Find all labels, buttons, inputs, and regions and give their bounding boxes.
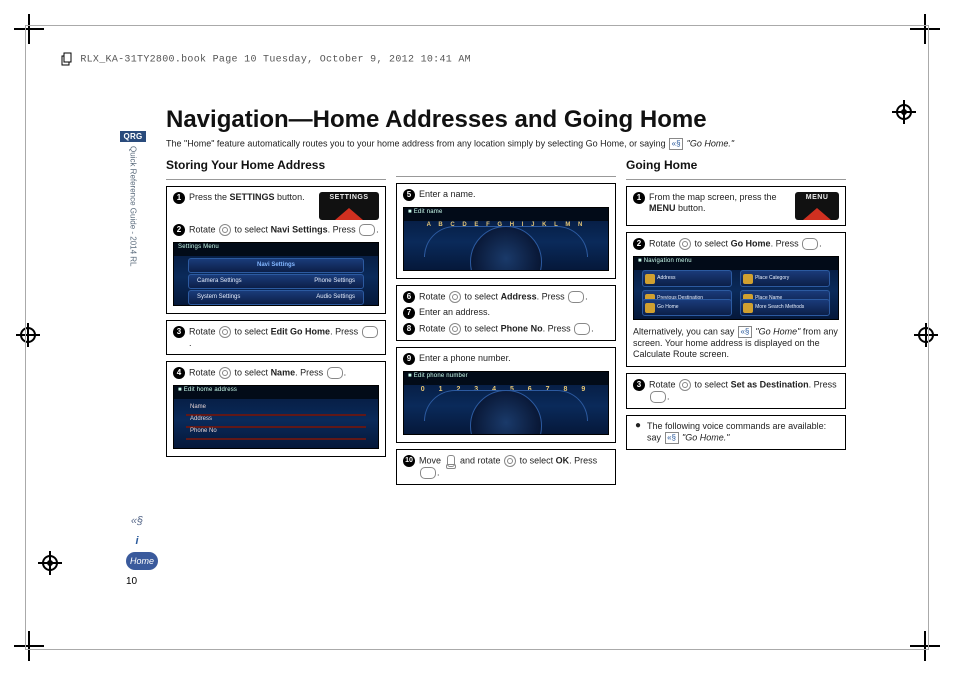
footer-icons: «§ i Home 10 — [126, 512, 158, 587]
push-knob-icon — [574, 323, 590, 335]
box-edit-go-home: 3 Rotate to select Edit Go Home. Press . — [166, 320, 386, 355]
voice-icon: «§ — [126, 512, 148, 530]
heading-storing: Storing Your Home Address — [166, 158, 386, 172]
box-ok: 10 Move and rotate to select OK. Press . — [396, 449, 616, 485]
screenshot-nav-menu: ■ Navigation menu Address Place Category… — [633, 256, 839, 320]
heading-going: Going Home — [626, 158, 846, 172]
qrg-badge: QRG — [120, 131, 145, 142]
box-go-home: 2 Rotate to select Go Home. Press . ■ Na… — [626, 232, 846, 367]
push-knob-icon — [420, 467, 436, 479]
talk-icon: «§ — [738, 326, 752, 338]
push-knob-icon — [650, 391, 666, 403]
push-knob-icon — [359, 224, 375, 236]
manual-page: QRG Quick Reference Guide - 2014 RL «§ i… — [25, 25, 929, 650]
screenshot-keyboard-name: ■ Edit name A B C D E F G H I J K L M N — [403, 207, 609, 271]
info-icon: i — [126, 532, 148, 550]
bullet-icon: ● — [633, 421, 643, 431]
push-knob-icon — [362, 326, 378, 338]
step-1: 1 — [173, 192, 185, 204]
box-set-destination: 3 Rotate to select Set as Destination. P… — [626, 373, 846, 409]
step-2: 2 — [173, 224, 185, 236]
push-knob-icon — [327, 367, 343, 379]
page-number: 10 — [126, 576, 158, 587]
rotate-knob-icon — [504, 455, 516, 467]
box-settings-navi: 1 Press the SETTINGS button. SETTINGS 2 … — [166, 186, 386, 314]
intro-paragraph: The "Home" feature automatically routes … — [166, 138, 848, 150]
step-4: 4 — [173, 367, 185, 379]
push-knob-icon — [802, 238, 818, 250]
rotate-knob-icon — [219, 224, 231, 236]
going-step-3: 3 — [633, 379, 645, 391]
rotate-knob-icon — [679, 379, 691, 391]
rotate-knob-icon — [679, 238, 691, 250]
step-3: 3 — [173, 326, 185, 338]
step-8: 8 — [403, 323, 415, 335]
box-enter-phone: 9 Enter a phone number. ■ Edit phone num… — [396, 347, 616, 443]
menu-button-photo: MENU — [795, 192, 839, 220]
box-voice-tip: ● The following voice commands are avail… — [626, 415, 846, 450]
column-storing-1: Storing Your Home Address 1 Press the SE… — [166, 158, 386, 457]
content-area: Navigation—Home Addresses and Going Home… — [166, 106, 848, 609]
talk-icon: «§ — [669, 138, 683, 150]
rotate-knob-icon — [449, 291, 461, 303]
step-7: 7 — [403, 307, 415, 319]
screenshot-edit-home: ■ Edit home address Name Address Phone N… — [173, 385, 379, 449]
box-select-name: 4 Rotate to select Name. Press . ■ Edit … — [166, 361, 386, 457]
screenshot-numpad: ■ Edit phone number 0 1 2 3 4 5 6 7 8 9 — [403, 371, 609, 435]
column-storing-2: 5 Enter a name. ■ Edit name A B C D E F … — [396, 158, 616, 485]
rotate-knob-icon — [219, 326, 231, 338]
guide-label: Quick Reference Guide - 2014 RL — [129, 146, 138, 267]
step-10: 10 — [403, 455, 415, 467]
step-9: 9 — [403, 353, 415, 365]
settings-button-photo: SETTINGS — [319, 192, 379, 220]
page-title: Navigation—Home Addresses and Going Home — [166, 106, 848, 134]
home-icon: Home — [126, 552, 158, 570]
box-address-phone: 6 Rotate to select Address. Press . 7 En… — [396, 285, 616, 341]
step-6: 6 — [403, 291, 415, 303]
push-knob-icon — [568, 291, 584, 303]
talk-icon: «§ — [665, 432, 679, 444]
move-stick-icon — [445, 455, 457, 467]
step-5: 5 — [403, 189, 415, 201]
box-enter-name: 5 Enter a name. ■ Edit name A B C D E F … — [396, 183, 616, 279]
going-step-1: 1 — [633, 192, 645, 204]
rotate-knob-icon — [449, 323, 461, 335]
going-step-2: 2 — [633, 238, 645, 250]
screenshot-settings-menu: Settings Menu Navi Settings Camera Setti… — [173, 242, 379, 306]
box-menu: 1 From the map screen, press the MENU bu… — [626, 186, 846, 226]
rotate-knob-icon — [219, 367, 231, 379]
column-going: Going Home 1 From the map screen, press … — [626, 158, 846, 450]
